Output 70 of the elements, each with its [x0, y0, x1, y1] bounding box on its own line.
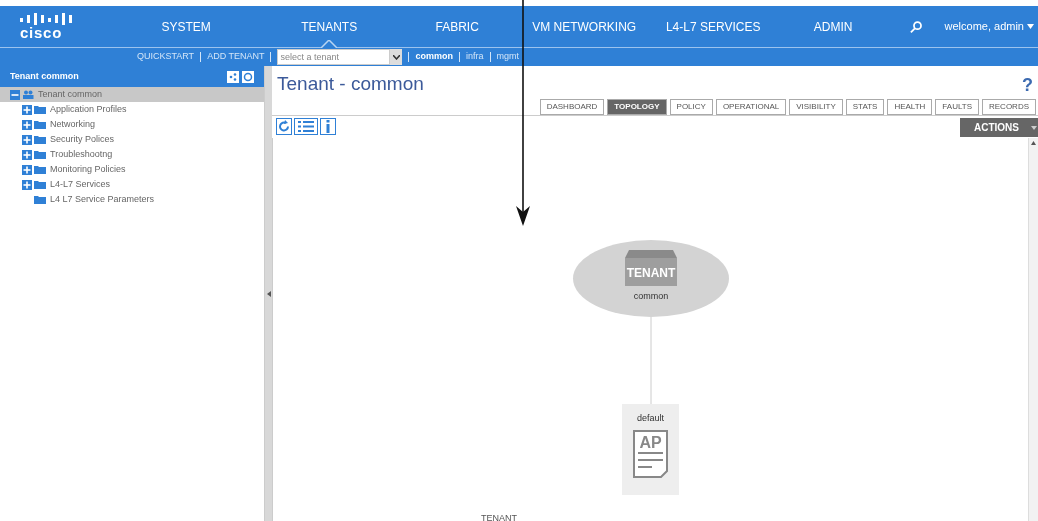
tree-label: Tenant common: [38, 87, 103, 101]
node-label: default: [637, 412, 664, 425]
logo-text: cisco: [20, 24, 64, 41]
tab[interactable]: DASHBOARD: [539, 99, 605, 115]
users-icon: [22, 90, 34, 99]
tab[interactable]: OPERATIONAL: [715, 99, 787, 115]
folder-icon: [34, 195, 46, 204]
expand-icon[interactable]: [22, 119, 32, 130]
folder-icon: [34, 150, 46, 159]
share-icon[interactable]: [227, 70, 239, 83]
panel-title: Tenant common: [10, 69, 79, 83]
canvas-label: TENANT: [481, 511, 517, 521]
tab[interactable]: VISIBILITY: [789, 99, 843, 115]
tree-label: Networking: [50, 117, 96, 131]
nav-link[interactable]: QUICKSTART: [136, 50, 195, 64]
tree-label: Monitoring Policies: [50, 162, 126, 176]
help-link[interactable]: ?: [1022, 72, 1033, 99]
info-icon[interactable]: [320, 118, 336, 135]
refresh-icon[interactable]: [242, 70, 254, 83]
expand-icon[interactable]: [22, 164, 32, 175]
document-icon: AP: [633, 429, 668, 478]
node-label: common: [633, 290, 669, 303]
collapse-icon[interactable]: [10, 89, 20, 100]
tab[interactable]: POLICY: [669, 99, 713, 115]
tree-label: L4 L7 Service Parameters: [50, 192, 155, 206]
nav-tab[interactable]: ADMIN: [778, 6, 889, 47]
nav-tab[interactable]: FABRIC: [394, 6, 521, 47]
tenant-link[interactable]: infra: [466, 50, 484, 64]
collapse-icon[interactable]: [266, 290, 271, 297]
expand-icon[interactable]: [22, 104, 32, 115]
refresh-icon[interactable]: [276, 118, 292, 135]
folder-icon: [34, 165, 46, 174]
folder-icon: [34, 180, 46, 189]
tab[interactable]: RECORDS: [982, 99, 1036, 115]
caret-icon: [1031, 125, 1037, 130]
tab[interactable]: TOPOLOGY: [607, 99, 667, 115]
tenant-link[interactable]: common: [415, 50, 453, 64]
chevron-down-icon: [392, 54, 400, 60]
scrollbar[interactable]: [1028, 138, 1038, 521]
tree-label: L4-L7 Services: [50, 177, 111, 191]
logo-bars-icon: [20, 12, 72, 25]
tab[interactable]: FAULTS: [935, 99, 979, 115]
tab[interactable]: STATS: [845, 99, 885, 115]
folder-icon: [34, 135, 46, 144]
nav-tab[interactable]: VM NETWORKING: [520, 6, 649, 47]
nav-tab[interactable]: L4-L7 SERVICES: [648, 6, 779, 47]
actions-button[interactable]: ACTIONS: [960, 118, 1038, 137]
tenant-node[interactable]: TENANT common: [573, 240, 729, 317]
folder-icon: [34, 120, 46, 129]
nav-tab[interactable]: SYSTEM: [108, 6, 265, 47]
tenant-select[interactable]: select a tenant: [277, 49, 391, 65]
tree-label: Troubleshootng: [50, 147, 113, 161]
tenant-link[interactable]: mgmt: [496, 50, 519, 64]
scroll-up-icon[interactable]: [1031, 141, 1036, 145]
profile-node[interactable]: default AP: [622, 404, 679, 495]
caret-icon: [1027, 24, 1034, 29]
nav-link[interactable]: ADD TENANT: [207, 50, 265, 64]
expand-icon[interactable]: [22, 179, 32, 190]
tab[interactable]: HEALTH: [887, 99, 933, 115]
dropdown-button[interactable]: [390, 49, 403, 65]
user-menu[interactable]: welcome, admin: [944, 18, 1038, 35]
page-title: Tenant - common: [277, 72, 424, 96]
expand-icon[interactable]: [22, 149, 32, 160]
tree-label: Application Profiles: [50, 102, 127, 116]
search-icon[interactable]: [910, 19, 923, 34]
nav-tab[interactable]: TENANTS: [264, 6, 395, 47]
tree-label: Security Polices: [50, 132, 115, 146]
folder-icon: [34, 105, 46, 114]
list-icon[interactable]: [294, 118, 318, 135]
expand-icon[interactable]: [22, 134, 32, 145]
